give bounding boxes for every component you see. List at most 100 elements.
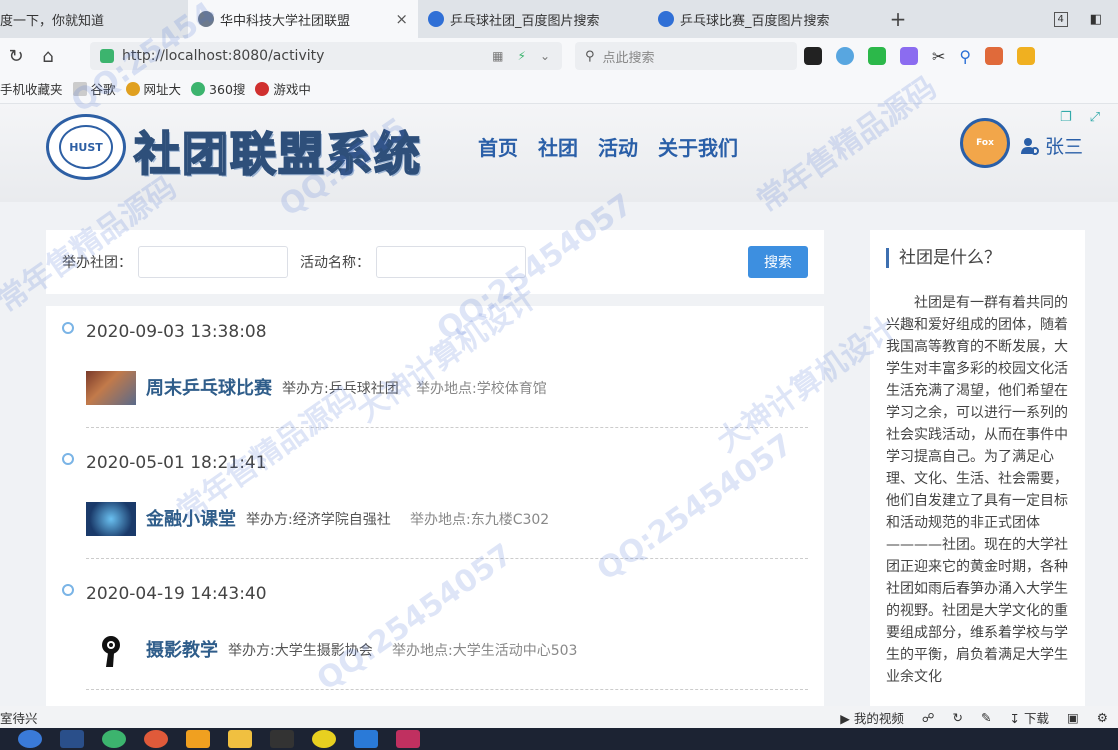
browser-tab-3[interactable]: 乒乓球比赛_百度图片搜索	[648, 0, 878, 38]
avatar[interactable]: Fox	[960, 118, 1010, 168]
tab-count-badge[interactable]: 4	[1053, 11, 1068, 27]
tshirt-skin-icon[interactable]: ◧	[1090, 12, 1102, 27]
timeline-dot-icon	[62, 322, 74, 334]
restore-icon[interactable]: ❐	[1060, 110, 1072, 125]
activity-name-link[interactable]: 摄影教学	[146, 636, 218, 662]
main-nav: 首页 社团 活动 关于我们	[478, 132, 738, 161]
extension-icon[interactable]	[804, 47, 822, 65]
window-icon[interactable]: ▣	[1067, 710, 1079, 725]
activity-thumbnail[interactable]	[86, 502, 136, 536]
taskbar-app-icon[interactable]	[396, 730, 420, 748]
home-icon[interactable]: ⌂	[32, 46, 64, 67]
refresh-icon[interactable]: ↻	[0, 46, 32, 67]
shield-extension-icon[interactable]	[1017, 47, 1036, 65]
taskbar-app-icon[interactable]	[312, 730, 336, 748]
nav-home[interactable]: 首页	[478, 132, 518, 161]
tab-label: 乒乓球社团_百度图片搜索	[450, 13, 600, 29]
nav-about[interactable]: 关于我们	[658, 132, 738, 161]
browser-tab-1-active[interactable]: 华中科技大学社团联盟 ×	[188, 0, 418, 38]
download-button[interactable]: ↧ 下载	[1009, 708, 1048, 727]
search-icon: ⚲	[585, 48, 595, 64]
translate-icon[interactable]	[900, 47, 918, 65]
scissors-icon[interactable]: ✂	[932, 47, 945, 66]
taskbar-app-icon[interactable]	[102, 730, 126, 748]
activity-name-link[interactable]: 周末乒乓球比赛	[146, 374, 272, 400]
sidebar-text: 社团是有一群有着共同的兴趣和爱好组成的团体，随着我国高等教育的不断发展，大学生对…	[886, 295, 1068, 685]
extension-icon[interactable]	[868, 47, 886, 65]
activity-name-input[interactable]	[376, 246, 526, 278]
bookmark-item[interactable]: 手机收藏夹	[0, 79, 63, 98]
download-icon: ↧	[1009, 710, 1020, 726]
bookmark-label: 网址大	[143, 82, 182, 97]
taskbar-app-icon[interactable]	[144, 730, 168, 748]
search-field[interactable]: ⚲ 点此搜索	[575, 42, 797, 70]
new-tab-button[interactable]: +	[878, 0, 918, 38]
bookmark-item[interactable]: 360搜	[191, 79, 245, 98]
url-field[interactable]: http://localhost:8080/activity ▦ ⚡ ⌄	[90, 42, 562, 70]
divider	[86, 558, 808, 559]
folder-icon[interactable]	[228, 730, 252, 748]
activity-thumbnail[interactable]	[86, 371, 136, 405]
brush-icon[interactable]: ✎	[981, 710, 991, 725]
club-input[interactable]	[138, 246, 288, 278]
status-actions: ▶ 我的视频 ☍ ↻ ✎ ↧ 下载 ▣ ⚙	[840, 708, 1118, 727]
browser-tab-strip: 度一下，你就知道 华中科技大学社团联盟 × 乒乓球社团_百度图片搜索 乒乓球比赛…	[0, 0, 1118, 38]
url-actions: ▦ ⚡ ⌄	[492, 49, 562, 63]
security-shield-icon	[100, 49, 114, 63]
nav-activities[interactable]: 活动	[598, 132, 638, 161]
bookmark-label: 手机收藏夹	[0, 82, 63, 97]
taskbar-app-icon[interactable]	[60, 730, 84, 748]
expand-icon[interactable]: ⤢	[1090, 110, 1100, 125]
tab-label: 乒乓球比赛_百度图片搜索	[680, 13, 830, 29]
activity-name-link[interactable]: 金融小课堂	[146, 505, 236, 531]
activity-organizer: 举办方:经济学院自强社	[246, 512, 391, 528]
activity-location: 举办地点:东九楼C302	[410, 512, 550, 528]
share-icon[interactable]: ☍	[922, 710, 935, 725]
logo-text: HUST	[59, 125, 113, 169]
search-button[interactable]: 搜索	[748, 246, 808, 278]
window-controls: ❐ ⤢	[1060, 110, 1100, 125]
bookmark-label: 游戏中	[273, 82, 311, 97]
timeline-item: 2020-05-01 18:21:41 金融小课堂 举办方:经济学院自强社 举办…	[46, 437, 824, 568]
bookmark-item[interactable]: 谷歌	[72, 79, 116, 98]
site-icon	[125, 81, 140, 96]
magnifier-icon[interactable]: ⚲	[959, 47, 971, 66]
taskbar-app-icon[interactable]	[18, 730, 42, 748]
activity-search-card: 举办社团： 活动名称： 搜索	[46, 230, 824, 294]
activity-organizer: 举办方:乒乓球社团	[282, 381, 399, 397]
activity-organizer: 举办方:大学生摄影协会	[228, 643, 373, 659]
settings-icon[interactable]: ⚙	[1097, 710, 1108, 725]
os-taskbar	[0, 728, 1118, 750]
chevron-down-icon[interactable]: ⌄	[540, 49, 550, 63]
bookmark-item[interactable]: 游戏中	[255, 79, 311, 98]
bookmark-item[interactable]: 网址大	[125, 79, 182, 98]
nav-clubs[interactable]: 社团	[538, 132, 578, 161]
site-icon	[255, 81, 270, 96]
activity-date: 2020-05-01 18:21:41	[86, 453, 267, 473]
taskbar-app-icon[interactable]	[186, 730, 210, 748]
my-videos-button[interactable]: ▶ 我的视频	[840, 708, 904, 727]
lightning-icon[interactable]: ⚡	[518, 49, 526, 63]
my-videos-label: 我的视频	[853, 710, 904, 726]
activity-location: 举办地点:大学生活动中心503	[392, 643, 578, 659]
site-icon	[191, 81, 206, 96]
tab-label: 华中科技大学社团联盟	[220, 13, 351, 29]
sidebar-title: 社团是什么？	[886, 248, 1001, 268]
baidu-paw-icon	[658, 11, 674, 27]
taskbar-app-icon[interactable]	[354, 730, 378, 748]
bookmark-label: 360搜	[209, 82, 246, 97]
gamepad-icon[interactable]	[985, 47, 1004, 65]
close-tab-icon[interactable]: ×	[395, 10, 408, 28]
activity-date: 2020-04-19 14:43:40	[86, 584, 267, 604]
camera-icon[interactable]	[86, 630, 136, 670]
browser-tab-2[interactable]: 乒乓球社团_百度图片搜索	[418, 0, 648, 38]
baidu-paw-icon	[428, 11, 444, 27]
terminal-icon[interactable]	[270, 730, 294, 748]
extension-icon[interactable]	[836, 47, 854, 65]
qr-code-icon[interactable]: ▦	[492, 49, 503, 63]
user-menu[interactable]: 张三	[1020, 132, 1083, 159]
site-header: HUST 社团联盟系统 首页 社团 活动 关于我们 Fox 张三 ❐ ⤢	[0, 104, 1118, 202]
browser-tab-0[interactable]: 度一下，你就知道	[0, 0, 188, 38]
refresh-icon[interactable]: ↻	[953, 710, 963, 725]
university-logo[interactable]: HUST	[46, 114, 126, 180]
